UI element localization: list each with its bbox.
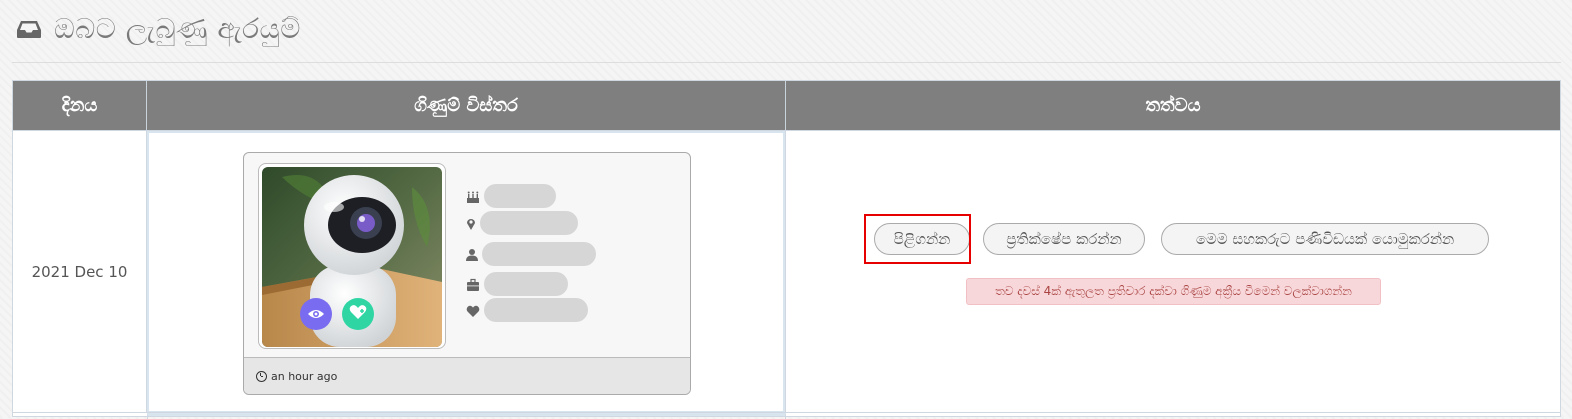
info-value-placeholder (480, 211, 578, 235)
header-divider (12, 62, 1561, 63)
date-cell: 2021 Dec 10 (13, 131, 147, 413)
account-details-cell-next (147, 413, 786, 419)
received-time: an hour ago (271, 369, 338, 383)
accept-highlight-box (864, 214, 971, 264)
status-cell: පිළිගන්න ප්‍රතික්ෂේප කරන්න මෙම සහකරුට පණ… (786, 131, 1560, 413)
info-value-placeholder (484, 272, 568, 296)
invitations-table: දිනය ගිණුම් විස්තර තත්වය 2021 Dec 10 an … (12, 80, 1561, 419)
view-profile-button[interactable] (300, 298, 332, 330)
info-row-occupation (466, 272, 568, 296)
eye-icon (307, 305, 325, 324)
birthday-cake-icon (466, 189, 480, 203)
page-header: ඔබට ලැබුණු ඇරයුම් (16, 12, 301, 46)
column-header-account-details: ගිණුම් විස්තර (147, 81, 786, 130)
info-row-user (466, 242, 596, 266)
clock-icon (256, 370, 267, 382)
heart-plus-icon (349, 304, 367, 324)
info-value-placeholder (482, 242, 596, 266)
info-value-placeholder (484, 298, 588, 322)
reject-button[interactable]: ප්‍රතික්ෂේප කරන්න (983, 223, 1145, 255)
briefcase-icon (466, 277, 480, 291)
express-interest-button[interactable] (342, 298, 374, 330)
card-footer: an hour ago (244, 357, 690, 394)
info-row-location (466, 211, 578, 235)
expiry-notice: තව දවස් 4ක් ඇතුලත ප්‍රතිචාර දක්වා ගිණුම … (966, 278, 1381, 305)
account-details-frame: an hour ago (147, 131, 785, 413)
info-row-birthday (466, 184, 556, 208)
user-icon (466, 247, 478, 261)
profile-card[interactable]: an hour ago (243, 152, 691, 395)
page-title: ඔබට ලැබුණු ඇරයුම් (54, 12, 301, 45)
column-header-status: තත්වය (1145, 95, 1201, 116)
send-message-button[interactable]: මෙම සහකරුට පණිවිඩයක් යොමුකරන්න (1161, 223, 1489, 255)
location-pin-icon (466, 216, 476, 230)
inbox-icon (16, 18, 42, 40)
table-row-next (13, 412, 1560, 419)
heart-icon (466, 303, 480, 317)
info-row-relationship (466, 298, 588, 322)
account-details-cell: an hour ago (147, 131, 786, 413)
info-value-placeholder (484, 184, 556, 208)
table-row: 2021 Dec 10 (13, 130, 1560, 413)
column-header-date: දිනය (13, 81, 147, 130)
table-header-row: දිනය ගිණුම් විස්තර තත්වය (13, 81, 1560, 130)
